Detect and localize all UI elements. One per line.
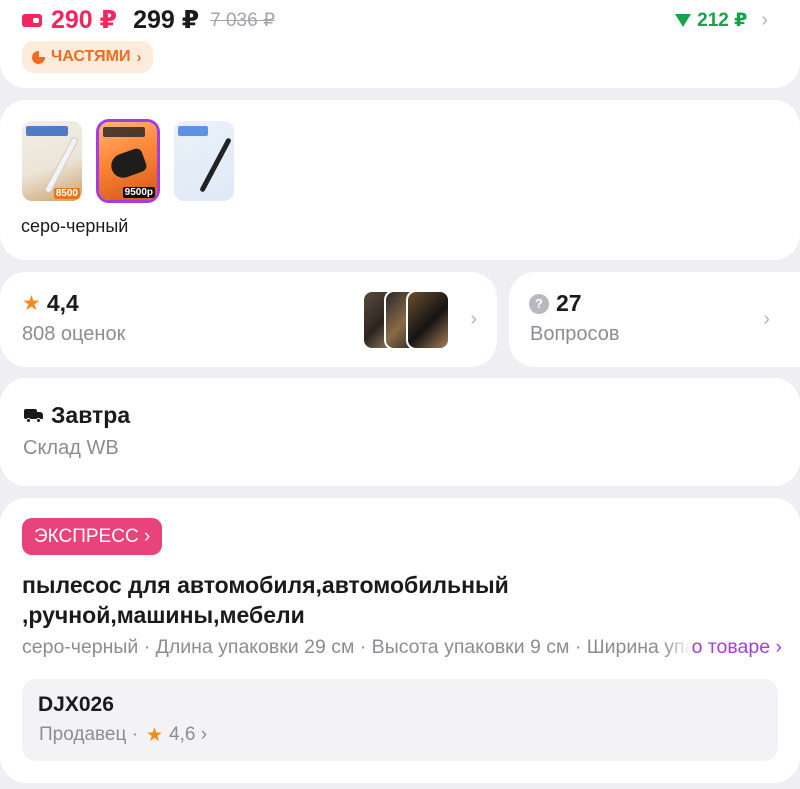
vacuum-image — [199, 137, 232, 193]
star-icon: ★ — [22, 292, 41, 315]
variant-thumb-2[interactable]: 9500р — [96, 119, 160, 203]
thumb-header — [178, 126, 208, 136]
selected-color-label: серо-черный — [21, 216, 129, 236]
star-icon: ★ — [145, 724, 164, 746]
chevron-right-icon: › — [136, 48, 142, 66]
product-specs[interactable]: серо-черный · Длина упаковки 29 см · Выс… — [22, 636, 782, 662]
variant-price-tag: 8500 — [53, 188, 80, 199]
seller-box[interactable]: DJX026 Продавец · ★ 4,6 › — [22, 679, 778, 761]
variant-thumbnails: 8500 9500р — [22, 119, 234, 203]
review-photo — [406, 290, 450, 350]
seller-name: DJX026 — [38, 693, 114, 716]
rating-row: ★ 4,4 — [22, 290, 79, 317]
chevron-right-icon: › — [761, 8, 768, 31]
current-price: 299 ₽ — [133, 6, 200, 34]
wallet-icon — [22, 13, 42, 27]
thumb-header — [103, 127, 145, 137]
vacuum-image — [107, 146, 149, 182]
product-title: пылесос для автомобиля,автомобильный ,ру… — [22, 572, 509, 628]
questions-label: Вопросов — [530, 323, 620, 345]
ratings-count: 808 оценок — [22, 323, 126, 345]
delivery-row: Завтра — [24, 402, 130, 429]
rating-value: 4,4 — [46, 290, 79, 316]
delivery-date: Завтра — [51, 402, 131, 428]
warehouse-label: Склад WB — [23, 437, 119, 459]
variant-price-tag: 9500р — [122, 187, 155, 198]
installments-button[interactable]: ЧАСТЯМИ › — [22, 41, 154, 73]
truck-icon — [24, 408, 44, 423]
seller-rating: 4,6 › — [169, 724, 208, 745]
parts-icon — [32, 50, 45, 64]
price-drop-amount: 212 ₽ — [697, 9, 748, 31]
seller-meta: Продавец · ★ 4,6 › — [39, 724, 207, 746]
seller-label: Продавец · — [39, 724, 138, 745]
price-down-icon — [675, 13, 692, 27]
color-variants-card: 8500 9500р серо-черный — [0, 100, 800, 260]
old-price: 7 036 ₽ — [210, 9, 276, 31]
price-history-button[interactable]: 212 ₽ › — [675, 4, 768, 36]
reviews-card[interactable]: ★ 4,4 808 оценок › — [0, 272, 497, 367]
installments-label: ЧАСТЯМИ — [51, 48, 131, 65]
thumb-header — [26, 126, 68, 136]
questions-count: 27 — [556, 290, 582, 316]
variant-thumb-1[interactable]: 8500 — [22, 121, 82, 201]
questions-card[interactable]: ? 27 Вопросов › — [509, 272, 800, 367]
chevron-right-icon: › — [763, 308, 770, 330]
price-row: 290 ₽ 299 ₽ 7 036 ₽ — [22, 4, 275, 36]
review-photos[interactable] — [362, 290, 454, 350]
chevron-right-icon: › — [470, 308, 477, 330]
about-product-link[interactable]: о товаре › — [663, 636, 782, 659]
variant-thumb-3[interactable] — [174, 121, 234, 201]
price-card[interactable]: 290 ₽ 299 ₽ 7 036 ₽ 212 ₽ › ЧАСТЯМИ › — [0, 0, 800, 88]
delivery-card[interactable]: Завтра Склад WB — [0, 378, 800, 486]
questions-row: ? 27 — [529, 290, 582, 317]
product-info-card: ЭКСПРЕСС › пылесос для автомобиля,автомо… — [0, 498, 800, 783]
wallet-price: 290 ₽ — [51, 6, 118, 34]
vacuum-image — [45, 137, 78, 193]
question-icon: ? — [529, 293, 549, 314]
express-badge[interactable]: ЭКСПРЕСС › — [22, 518, 163, 555]
